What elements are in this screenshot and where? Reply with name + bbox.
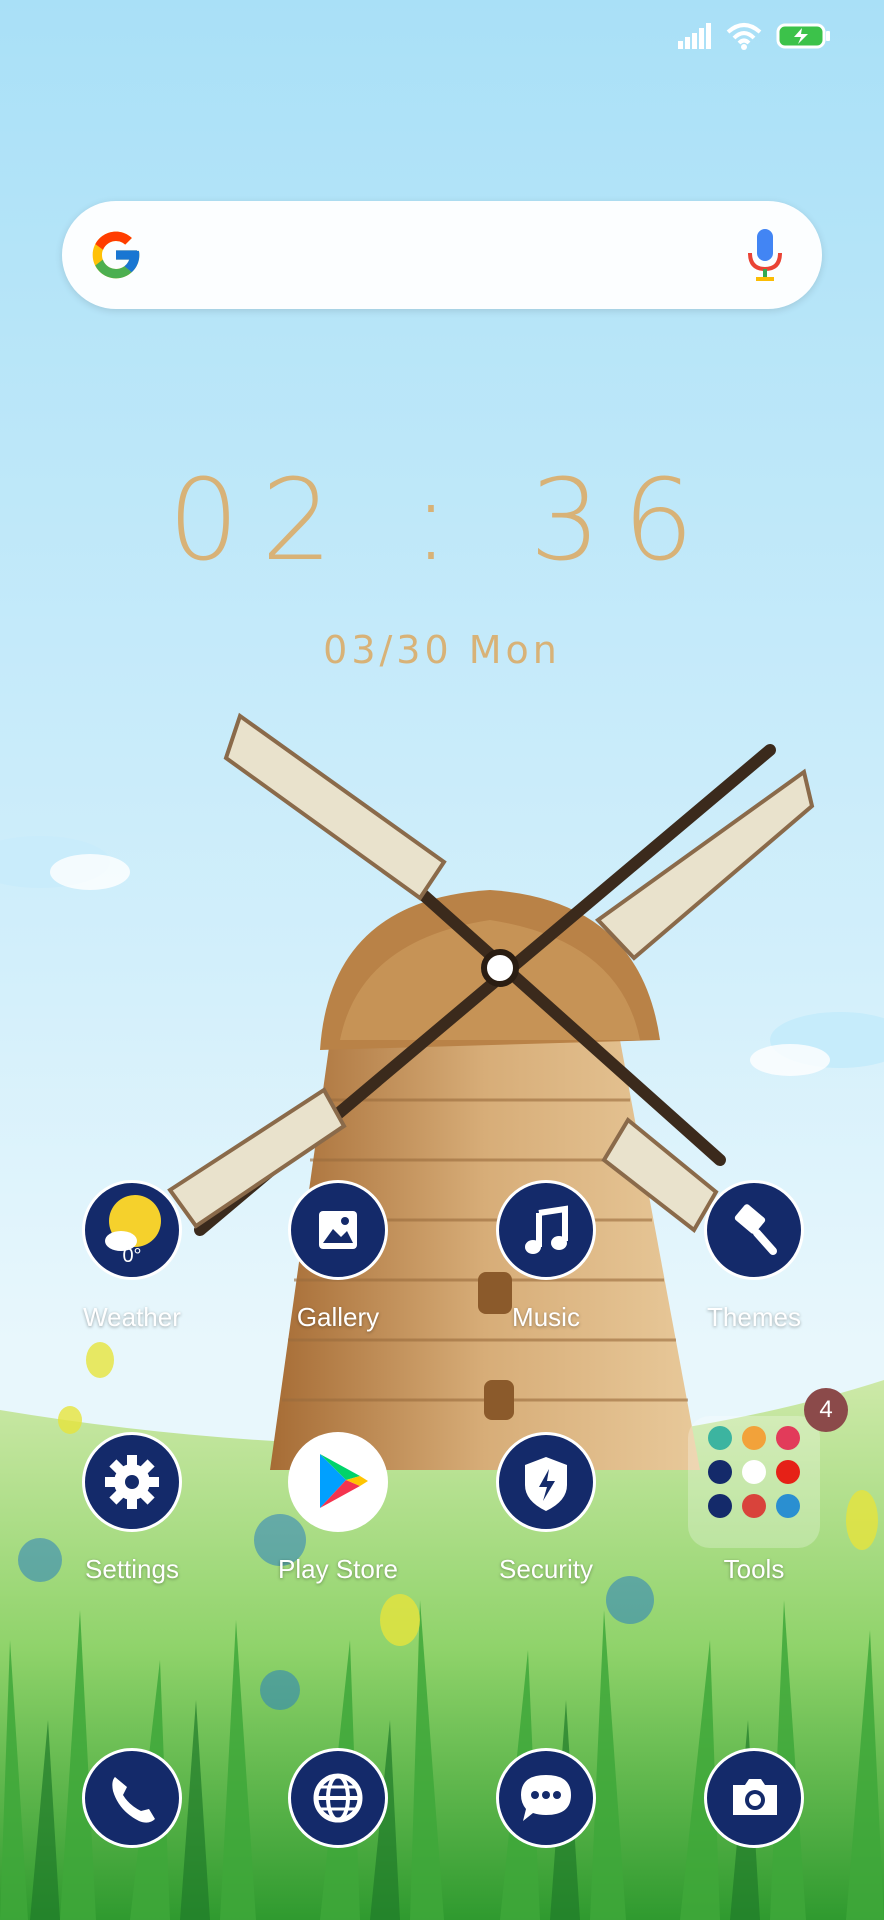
- clock-time[interactable]: 02 : 36: [0, 465, 884, 577]
- phone-icon: [82, 1748, 182, 1848]
- microphone-icon[interactable]: [748, 229, 782, 283]
- app-label: Security: [499, 1554, 593, 1584]
- clock-date[interactable]: 03/30 Mon: [0, 628, 884, 672]
- messages-icon: [496, 1748, 596, 1848]
- play-store-icon: [288, 1432, 388, 1532]
- app-label: Tools: [723, 1554, 785, 1584]
- app-play-store[interactable]: Play Store: [258, 1432, 418, 1585]
- app-label: Settings: [85, 1554, 179, 1584]
- app-label: Weather: [83, 1302, 181, 1332]
- weather-icon: 0°: [82, 1180, 182, 1280]
- weather-temp: 0°: [122, 1245, 142, 1267]
- browser-globe-icon: [288, 1748, 388, 1848]
- camera-icon: [704, 1748, 804, 1848]
- app-themes[interactable]: Themes: [674, 1180, 834, 1333]
- app-label: Play Store: [278, 1554, 398, 1584]
- dock-phone[interactable]: [52, 1748, 212, 1848]
- app-weather[interactable]: 0° Weather: [52, 1180, 212, 1333]
- app-label: Music: [512, 1302, 580, 1332]
- dock-messages[interactable]: [466, 1748, 626, 1848]
- status-bar: [678, 22, 832, 50]
- folder-tools[interactable]: 4 Tools: [674, 1388, 848, 1585]
- music-icon: [496, 1180, 596, 1280]
- app-settings[interactable]: Settings: [52, 1432, 212, 1585]
- app-music[interactable]: Music: [466, 1180, 626, 1333]
- dock-camera[interactable]: [674, 1748, 834, 1848]
- google-search-bar[interactable]: [62, 201, 822, 309]
- signal-icon: [678, 23, 711, 49]
- themes-brush-icon: [704, 1180, 804, 1280]
- app-security[interactable]: Security: [466, 1432, 626, 1585]
- notification-badge: 4: [804, 1388, 848, 1432]
- gear-icon: [82, 1432, 182, 1532]
- dock-browser[interactable]: [258, 1748, 418, 1848]
- gallery-icon: [288, 1180, 388, 1280]
- battery-charging-icon: [776, 23, 830, 49]
- google-g-icon: [92, 231, 140, 279]
- app-gallery[interactable]: Gallery: [258, 1180, 418, 1333]
- folder-icon: [704, 1426, 804, 1536]
- wifi-icon: [726, 23, 762, 50]
- shield-icon: [496, 1432, 596, 1532]
- app-label: Gallery: [296, 1302, 380, 1332]
- app-label: Themes: [707, 1302, 801, 1332]
